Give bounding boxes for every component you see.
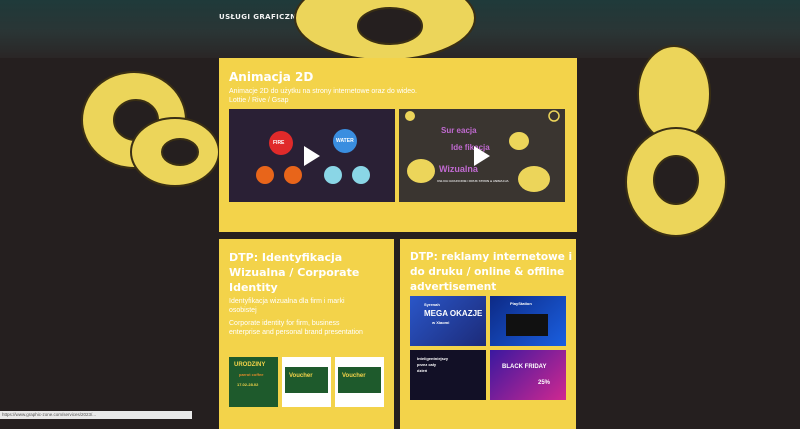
fire-label: FIRE (273, 140, 285, 146)
card-title-line1: DTP: Identyfikacja (229, 251, 343, 264)
xiaomi-ad-thumbnail[interactable]: Syrenah MEGA OKAZJE w Xiaomi (410, 296, 486, 346)
card-description-en: Corporate identity for firm, business (229, 320, 340, 327)
thumb-text: Voucher (342, 373, 366, 379)
birthday-poster-thumbnail[interactable]: URODZINY parrot coffee 17.02-28.02 (229, 357, 278, 407)
video-title-line3: Wizualna (439, 164, 478, 174)
thumb-text: 17.02-28.02 (237, 382, 259, 387)
thumb-text: 25% (538, 380, 551, 386)
pineapple-ring-decoration-right (625, 45, 727, 237)
animation-2d-card: Animacja 2D Animacje 2D do użytku na str… (219, 58, 577, 232)
card-title-line1: DTP: reklamy internetowe i (410, 251, 573, 263)
card-description: Animacje 2D do użytku na strony internet… (229, 88, 417, 95)
thumb-text: URODZINY (234, 362, 266, 368)
dtp-ads-card: DTP: reklamy internetowe i do druku / on… (400, 239, 576, 429)
voucher-graphic (338, 367, 381, 393)
black-friday-ad-thumbnail[interactable]: BLACK FRIDAY 25% (490, 350, 566, 400)
pineapple-ring-decoration-left (81, 71, 220, 187)
voucher-thumbnail[interactable]: Voucher (282, 357, 331, 407)
thumb-text: BLACK FRIDAY (502, 364, 547, 370)
video-player-fire-water[interactable]: FIRE WATER (229, 109, 395, 202)
card-title-line2: do druku / online & offline (410, 266, 565, 278)
card-title-line3: advertisement (410, 281, 497, 293)
thumb-text: parrot coffee (239, 372, 264, 377)
card-title-line3: Identity (229, 281, 278, 294)
browser-status-bar: https://www.graphic-zone.com/services/20… (0, 411, 192, 419)
console-graphic (506, 314, 548, 336)
video-title-line1: Sur eacja (441, 126, 477, 135)
water-label: WATER (336, 138, 354, 144)
card-title-line2: Wizualna / Corporate (229, 266, 360, 279)
play-icon[interactable] (304, 146, 320, 166)
voucher-thumbnail[interactable]: Voucher (335, 357, 384, 407)
card-title: Animacja 2D (229, 70, 314, 84)
pineapple-ring-decoration-top (294, 0, 476, 61)
thumb-text: w Xiaomi (432, 320, 450, 325)
thumb-text: przez cały (417, 362, 437, 367)
video-player-visual-identity[interactable]: Sur eacja Ide fikacja Wizualna USŁUGI GR… (399, 109, 565, 202)
card-description-tools: Lottie / Rive / Gsap (229, 97, 289, 104)
playstation-ad-thumbnail[interactable]: PlayStation (490, 296, 566, 346)
thumb-text: PlayStation (510, 301, 532, 306)
play-icon[interactable] (474, 146, 490, 166)
card-description-en-cont: enterprise and personal brand presentati… (229, 329, 363, 336)
smartwatch-ad-thumbnail[interactable]: Inteligentniejszy przez cały dzień (410, 350, 486, 400)
thumb-text: Syrenah (424, 302, 440, 307)
thumb-text: Inteligentniejszy (417, 356, 449, 361)
thumb-text: Voucher (289, 373, 313, 379)
video-caption: USŁUGI GRAFICZNE I DRUK STRON & ANIMACJA (437, 179, 509, 183)
dtp-identity-card: DTP: Identyfikacja Wizualna / Corporate … (219, 239, 394, 429)
card-description-pl-cont: osobistej (229, 307, 257, 314)
thumb-text: MEGA OKAZJE (424, 309, 483, 318)
voucher-graphic (285, 367, 328, 393)
card-description-pl: Identyfikacja wizualna dla firm i marki (229, 298, 345, 305)
thumb-text: dzień (417, 368, 428, 373)
